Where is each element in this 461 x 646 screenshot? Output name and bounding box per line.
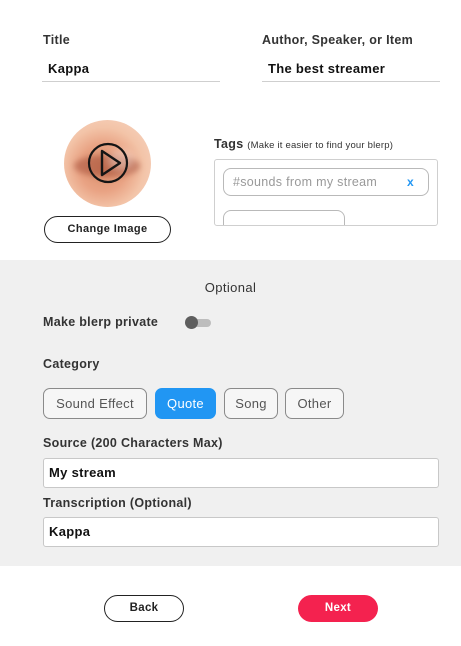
source-input[interactable]: My stream — [43, 458, 439, 488]
category-sound-effect[interactable]: Sound Effect — [43, 388, 147, 419]
tags-field[interactable]: #sounds from my stream x — [214, 159, 438, 226]
tag-pill[interactable]: #sounds from my stream x — [223, 168, 429, 196]
title-input[interactable]: Kappa — [42, 56, 220, 82]
tags-label: Tags (Make it easier to find your blerp) — [214, 137, 393, 151]
category-other[interactable]: Other — [285, 388, 344, 419]
author-label: Author, Speaker, or Item — [262, 33, 413, 47]
category-label: Category — [43, 357, 100, 371]
private-toggle[interactable] — [185, 316, 211, 329]
optional-title: Optional — [204, 280, 257, 295]
upload-form-card: Title Kappa Author, Speaker, or Item The… — [0, 0, 461, 646]
transcription-label: Transcription (Optional) — [43, 496, 192, 510]
tag-remove-icon[interactable]: x — [407, 169, 414, 195]
tags-hint: (Make it easier to find your blerp) — [247, 140, 394, 151]
title-label: Title — [43, 33, 70, 47]
category-song[interactable]: Song — [224, 388, 278, 419]
play-icon[interactable] — [86, 140, 130, 186]
change-image-button[interactable]: Change Image — [44, 216, 171, 243]
back-button[interactable]: Back — [104, 595, 184, 622]
source-label: Source (200 Characters Max) — [43, 436, 223, 450]
private-label: Make blerp private — [43, 315, 159, 329]
tag-text: #sounds from my stream — [233, 175, 378, 189]
author-input[interactable]: The best streamer — [262, 56, 440, 82]
tags-label-text: Tags — [214, 137, 244, 151]
next-button[interactable]: Next — [298, 595, 378, 622]
blerp-image[interactable] — [64, 120, 151, 207]
category-quote[interactable]: Quote — [155, 388, 216, 419]
transcription-input[interactable]: Kappa — [43, 517, 439, 547]
tag-input[interactable] — [223, 210, 345, 225]
